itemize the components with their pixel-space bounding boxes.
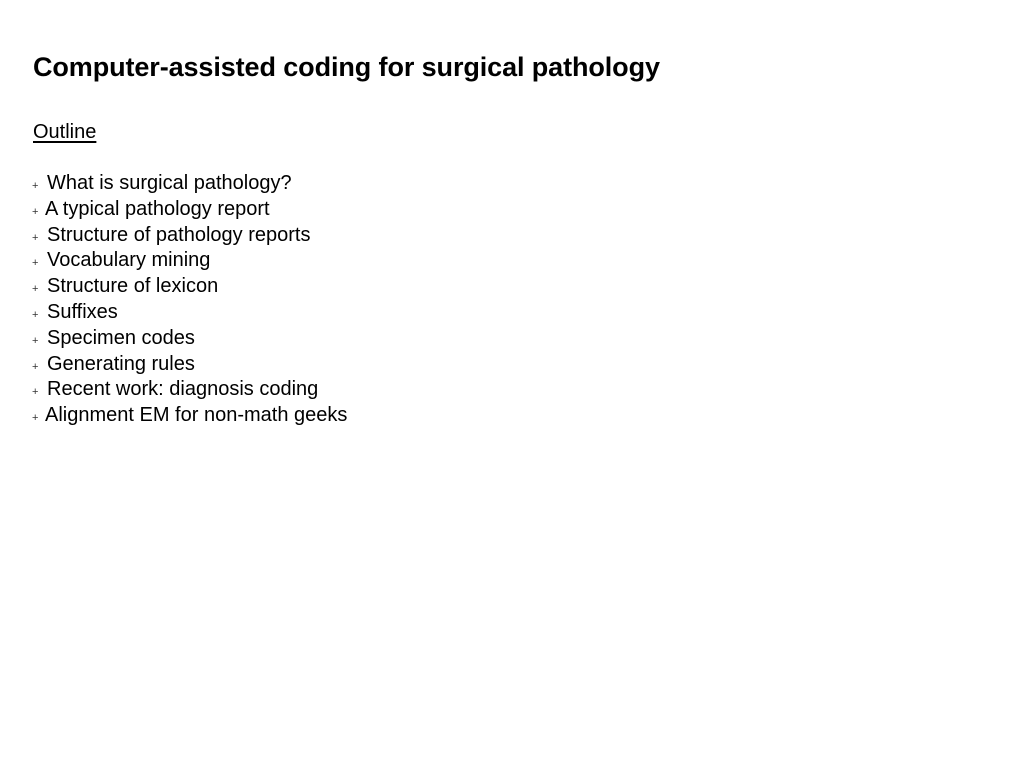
plus-bullet-icon: + [32,283,39,296]
outline-heading: Outline [33,121,97,143]
outline-item-label: Recent work: diagnosis coding [47,378,319,401]
outline-item: + Generating rules [32,352,347,378]
plus-bullet-icon: + [32,334,39,347]
outline-item: + Structure of pathology reports [32,223,347,249]
plus-bullet-icon: + [32,257,39,270]
outline-list: + What is surgical pathology? + A typica… [32,171,347,429]
outline-item-label: Vocabulary mining [47,249,211,272]
outline-item: + What is surgical pathology? [32,171,347,197]
outline-item-label: Structure of lexicon [47,275,219,298]
outline-item: + Structure of lexicon [32,274,347,300]
plus-bullet-icon: + [32,360,39,373]
outline-item: + Suffixes [32,300,347,326]
outline-item-label: Suffixes [47,300,118,323]
outline-item: + A typical pathology report [32,197,347,223]
outline-item-label: Specimen codes [47,326,195,349]
plus-bullet-icon: + [32,205,39,218]
plus-bullet-icon: + [32,386,39,399]
outline-item-label: A typical pathology report [45,197,270,220]
outline-item: + Specimen codes [32,326,347,352]
plus-bullet-icon: + [32,180,39,192]
outline-item: + Vocabulary mining [32,248,347,274]
plus-bullet-icon: + [32,231,39,244]
outline-item-label: Alignment EM for non-math geeks [45,404,348,427]
plus-bullet-icon: + [32,308,39,321]
outline-item: + Alignment EM for non-math geeks [32,403,347,429]
outline-item-label: Generating rules [47,352,195,375]
plus-bullet-icon: + [32,412,39,425]
outline-item: + Recent work: diagnosis coding [32,377,347,403]
slide-title: Computer-assisted coding for surgical pa… [33,52,660,82]
outline-item-label: What is surgical pathology? [47,172,292,194]
outline-item-label: Structure of pathology reports [47,223,311,246]
